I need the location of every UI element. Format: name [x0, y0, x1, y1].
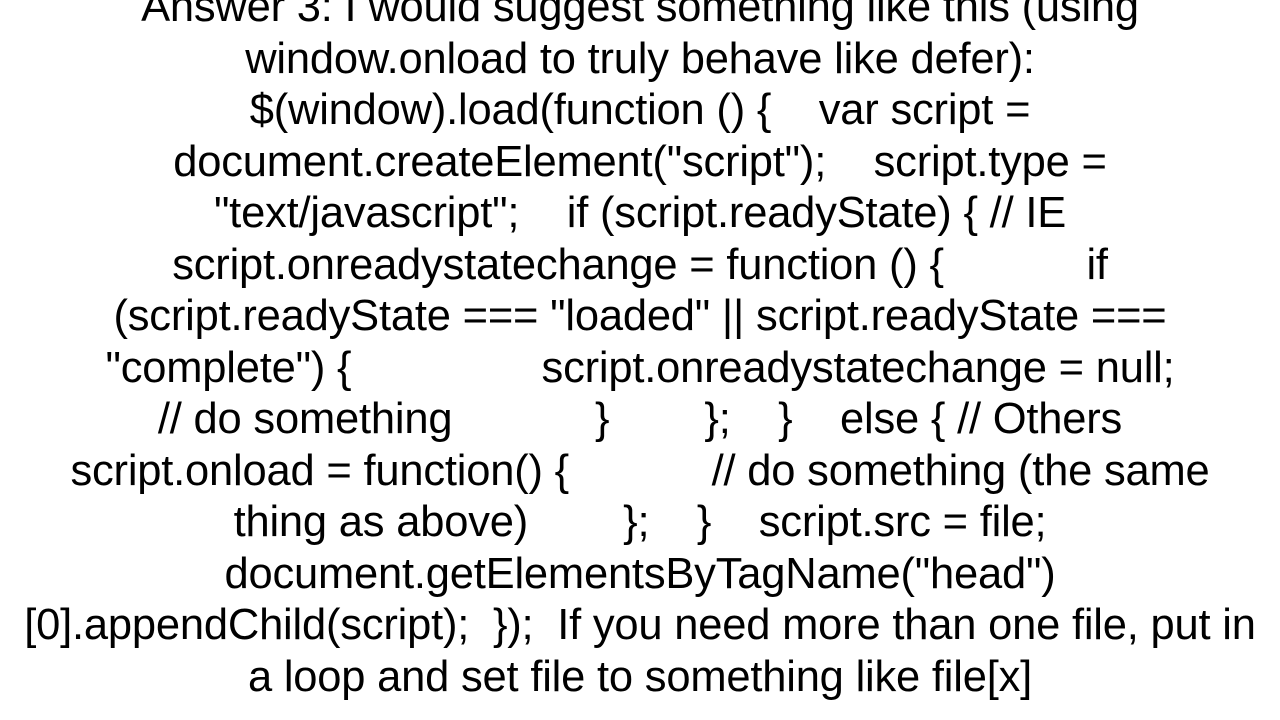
page-viewport: Answer 3: I would suggest something like…: [0, 0, 1280, 720]
answer-body-text: Answer 3: I would suggest something like…: [24, 0, 1256, 701]
